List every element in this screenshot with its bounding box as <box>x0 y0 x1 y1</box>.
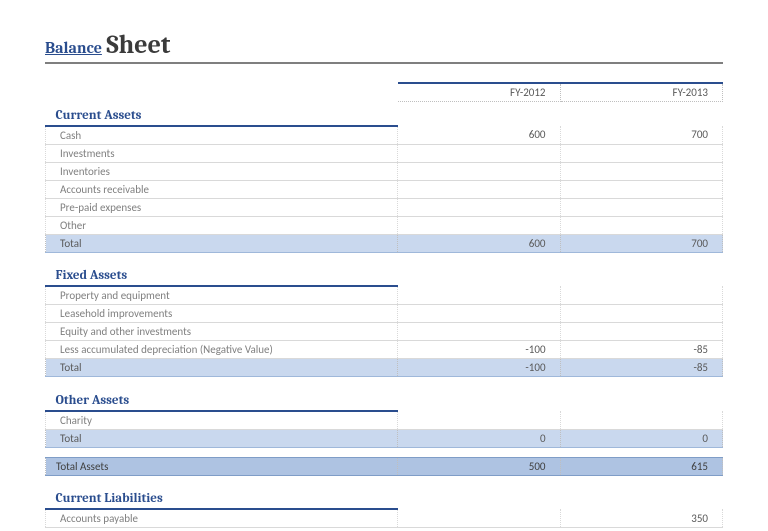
total-label: Total <box>46 429 398 447</box>
row-label: Accounts payable <box>46 509 398 528</box>
row-value <box>398 216 560 234</box>
row-value: 350 <box>560 509 722 528</box>
section-heading: Current Assets <box>46 102 398 126</box>
row-value <box>560 198 722 216</box>
total-value: -85 <box>560 359 722 377</box>
table-row: Inventories <box>46 162 723 180</box>
total-label: Total <box>46 359 398 377</box>
row-value <box>398 286 560 305</box>
row-value <box>398 509 560 528</box>
table-row: Less accumulated depreciation (Negative … <box>46 341 723 359</box>
title-part-2: Sheet <box>106 30 170 60</box>
table-row: Cash600700 <box>46 126 723 145</box>
section-heading: Other Assets <box>46 387 398 411</box>
section-current-assets: Current Assets <box>46 102 723 126</box>
total-value: 0 <box>560 429 722 447</box>
row-value <box>398 323 560 341</box>
row-value <box>560 305 722 323</box>
section-current-liabilities: Current Liabilities <box>46 485 723 509</box>
total-value: 700 <box>560 234 722 252</box>
row-label: Accounts receivable <box>46 180 398 198</box>
row-value <box>398 180 560 198</box>
row-value <box>560 323 722 341</box>
row-label: Leasehold improvements <box>46 305 398 323</box>
table-row: Property and equipment <box>46 286 723 305</box>
table-row: Investments <box>46 144 723 162</box>
row-value <box>560 162 722 180</box>
row-value: -85 <box>560 341 722 359</box>
table-row: Leasehold improvements <box>46 305 723 323</box>
row-value <box>398 305 560 323</box>
total-assets-row: Total Assets500615 <box>46 457 723 475</box>
row-value <box>398 144 560 162</box>
row-label: Charity <box>46 411 398 430</box>
row-value <box>560 180 722 198</box>
section-heading: Current Liabilities <box>46 485 398 509</box>
year-1: FY-2012 <box>398 83 560 102</box>
row-value <box>398 411 560 430</box>
table-row: Charity <box>46 411 723 430</box>
row-label: Inventories <box>46 162 398 180</box>
table-row: Pre-paid expenses <box>46 198 723 216</box>
total-value: 600 <box>398 234 560 252</box>
row-label: Investments <box>46 144 398 162</box>
row-label: Equity and other investments <box>46 323 398 341</box>
section-fixed-assets: Fixed Assets <box>46 262 723 286</box>
row-label: Less accumulated depreciation (Negative … <box>46 341 398 359</box>
row-label: Pre-paid expenses <box>46 198 398 216</box>
balance-sheet-table: FY-2012 FY-2013 Current Assets Cash60070… <box>45 82 723 528</box>
total-value: -100 <box>398 359 560 377</box>
row-label: Cash <box>46 126 398 145</box>
year-2: FY-2013 <box>560 83 722 102</box>
table-row: Other <box>46 216 723 234</box>
total-value: 0 <box>398 429 560 447</box>
row-value: 700 <box>560 126 722 145</box>
year-header-row: FY-2012 FY-2013 <box>46 83 723 102</box>
total-assets-value: 615 <box>560 457 722 475</box>
row-value <box>560 286 722 305</box>
row-value <box>560 216 722 234</box>
row-value <box>560 411 722 430</box>
total-assets-value: 500 <box>398 457 560 475</box>
section-total-row: Total600700 <box>46 234 723 252</box>
row-value: -100 <box>398 341 560 359</box>
row-value <box>560 144 722 162</box>
section-total-row: Total00 <box>46 429 723 447</box>
row-value <box>398 162 560 180</box>
title-part-1: Balance <box>45 39 102 57</box>
row-label: Property and equipment <box>46 286 398 305</box>
section-total-row: Total-100-85 <box>46 359 723 377</box>
section-heading: Fixed Assets <box>46 262 398 286</box>
table-row: Accounts receivable <box>46 180 723 198</box>
section-other-assets: Other Assets <box>46 387 723 411</box>
table-row: Equity and other investments <box>46 323 723 341</box>
row-label: Other <box>46 216 398 234</box>
row-value: 600 <box>398 126 560 145</box>
total-assets-label: Total Assets <box>46 457 398 475</box>
row-value <box>398 198 560 216</box>
page-title: Balance Sheet <box>45 30 723 64</box>
total-label: Total <box>46 234 398 252</box>
table-row: Accounts payable 350 <box>46 509 723 528</box>
